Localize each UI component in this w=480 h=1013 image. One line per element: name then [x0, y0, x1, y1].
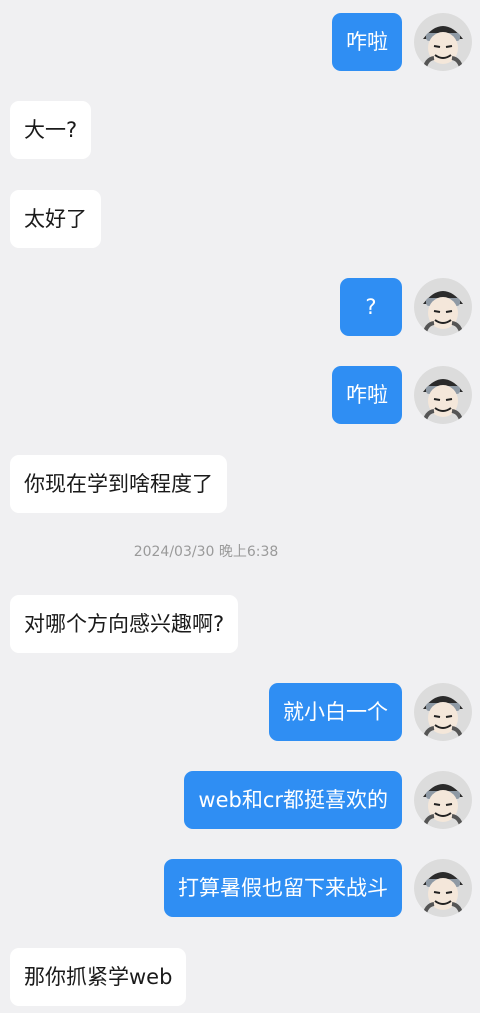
user-avatar-icon[interactable] — [414, 366, 472, 424]
user-avatar-icon[interactable] — [414, 683, 472, 741]
incoming-message-bubble[interactable]: 对哪个方向感兴趣啊? — [10, 595, 239, 653]
outgoing-message-bubble[interactable]: ? — [340, 278, 402, 336]
user-avatar-icon[interactable] — [414, 13, 472, 71]
incoming-message-bubble[interactable]: 你现在学到啥程度了 — [10, 455, 227, 513]
message-timestamp: 2024/03/30 晚上6:38 — [133, 544, 279, 560]
outgoing-message-bubble[interactable]: 就小白一个 — [269, 683, 402, 741]
outgoing-message-bubble[interactable]: web和cr都挺喜欢的 — [184, 771, 402, 829]
chat-conversation: 咋啦 大一? 太好了 ? 咋啦 你现在学到啥程度了 2024/03/30 晚上6… — [0, 0, 480, 1013]
user-avatar-icon[interactable] — [414, 278, 472, 336]
user-avatar-icon[interactable] — [414, 771, 472, 829]
outgoing-message-bubble[interactable]: 咋啦 — [332, 366, 402, 424]
incoming-message-bubble[interactable]: 那你抓紧学web — [10, 948, 187, 1006]
user-avatar-icon[interactable] — [414, 859, 472, 917]
outgoing-message-bubble[interactable]: 打算暑假也留下来战斗 — [164, 859, 402, 917]
outgoing-message-bubble[interactable]: 咋啦 — [332, 13, 402, 71]
incoming-message-bubble[interactable]: 大一? — [10, 101, 92, 159]
incoming-message-bubble[interactable]: 太好了 — [10, 190, 101, 248]
